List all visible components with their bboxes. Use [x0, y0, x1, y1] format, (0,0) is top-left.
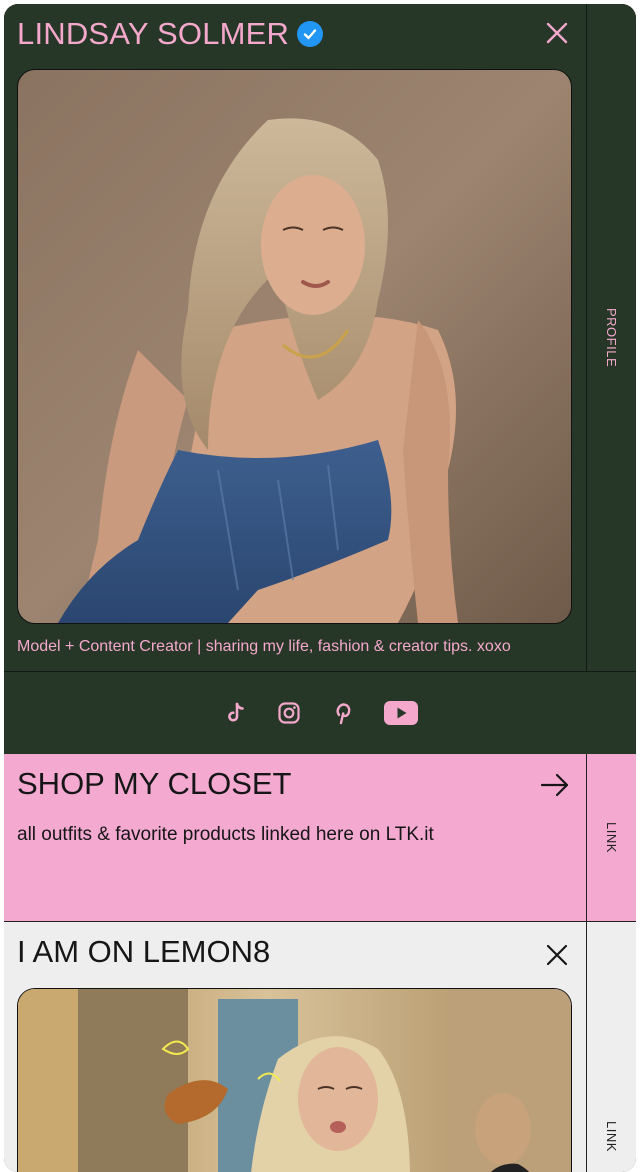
shop-description: all outfits & favorite products linked h…	[17, 824, 434, 845]
profile-side-tab[interactable]: PROFILE	[587, 4, 636, 671]
lemon8-card: I AM ON LEMON8 LINK	[4, 922, 636, 1172]
profile-tab-label: PROFILE	[604, 307, 619, 368]
lemon8-photo	[17, 988, 572, 1172]
lemon8-side-tab[interactable]: LINK	[587, 922, 636, 1172]
close-icon[interactable]	[542, 940, 572, 970]
shop-closet-card[interactable]: SHOP MY CLOSET all outfits & favorite pr…	[4, 754, 636, 922]
link-page: LINDSAY SOLMER Model + Content Creator |…	[4, 4, 636, 1172]
profile-card: LINDSAY SOLMER Model + Content Creator |…	[4, 4, 636, 671]
youtube-icon[interactable]	[384, 700, 418, 726]
lemon8-main: I AM ON LEMON8	[4, 922, 587, 1172]
close-icon[interactable]	[542, 18, 572, 48]
shop-tab-label: LINK	[604, 822, 619, 853]
profile-bio: Model + Content Creator | sharing my lif…	[17, 638, 511, 655]
lemon8-title: I AM ON LEMON8	[17, 934, 271, 969]
social-links	[4, 671, 636, 755]
profile-main: LINDSAY SOLMER Model + Content Creator |…	[4, 4, 587, 671]
verified-badge-icon	[297, 21, 324, 47]
profile-name: LINDSAY SOLMER	[17, 16, 290, 51]
shop-title: SHOP MY CLOSET	[17, 766, 292, 801]
shop-side-tab[interactable]: LINK	[587, 754, 636, 921]
tiktok-icon[interactable]	[222, 700, 248, 726]
pinterest-icon[interactable]	[330, 700, 356, 726]
profile-header: LINDSAY SOLMER	[17, 14, 324, 54]
instagram-icon[interactable]	[276, 700, 302, 726]
profile-photo	[17, 69, 572, 624]
shop-main: SHOP MY CLOSET all outfits & favorite pr…	[4, 754, 587, 921]
arrow-right-icon[interactable]	[538, 768, 572, 802]
lemon8-tab-label: LINK	[604, 1121, 619, 1152]
